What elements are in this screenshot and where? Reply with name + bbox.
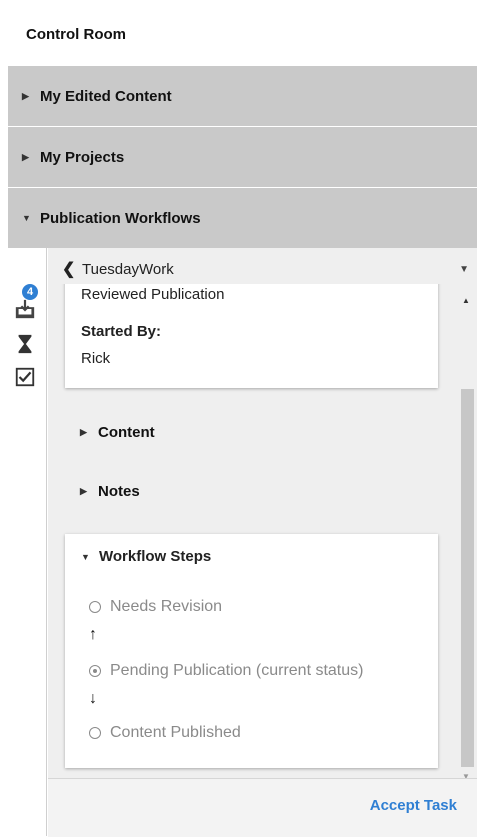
left-rail xyxy=(8,248,47,836)
workflow-header: ❮ TuesdayWork ▼ xyxy=(48,256,477,282)
started-by-label: Started By: xyxy=(81,323,162,340)
inbox-download-icon[interactable] xyxy=(14,298,36,320)
section-publication-workflows[interactable]: ▼ Publication Workflows xyxy=(8,188,477,248)
scrollbar[interactable]: ▲ ▼ xyxy=(461,294,474,784)
workflow-steps-label: Workflow Steps xyxy=(99,548,212,565)
hourglass-icon[interactable] xyxy=(14,333,36,355)
section-label: My Projects xyxy=(40,148,125,166)
step-label: Needs Revision xyxy=(110,598,223,615)
notification-badge: 4 xyxy=(22,284,38,300)
arrow-up-icon: ↑ xyxy=(89,626,97,643)
workflow-name: TuesdayWork xyxy=(82,260,174,278)
caret-right-icon: ▶ xyxy=(22,90,29,101)
section-my-projects[interactable]: ▶ My Projects xyxy=(8,127,477,187)
step-needs-revision[interactable]: Needs Revision xyxy=(89,598,222,616)
content-toggle[interactable]: ▶ Content xyxy=(80,424,155,441)
workflow-steps-toggle[interactable]: ▼ Workflow Steps xyxy=(81,548,211,565)
caret-down-icon: ▼ xyxy=(81,551,90,562)
started-by-value: Rick xyxy=(81,350,111,367)
page-title: Control Room xyxy=(26,26,126,43)
back-chevron-icon[interactable]: ❮ xyxy=(62,259,82,279)
section-my-edited-content[interactable]: ▶ My Edited Content xyxy=(8,66,477,126)
workflow-scroll-area[interactable]: Reviewed Publication Started By: Rick ▶ … xyxy=(48,284,477,778)
section-label: Publication Workflows xyxy=(40,209,201,227)
caret-down-icon: ▼ xyxy=(22,213,31,223)
step-content-published[interactable]: Content Published xyxy=(89,724,241,742)
content-label: Content xyxy=(98,424,155,441)
arrow-down-icon: ↓ xyxy=(89,690,97,707)
accept-task-button[interactable]: Accept Task xyxy=(370,797,457,814)
section-label: My Edited Content xyxy=(40,87,172,105)
workflow-panel: ❮ TuesdayWork ▼ Reviewed Publication Sta… xyxy=(48,248,477,837)
caret-right-icon: ▶ xyxy=(22,151,29,162)
workflow-steps-card: ▼ Workflow Steps Needs Revision ↑ Pendin… xyxy=(65,534,438,768)
notes-label: Notes xyxy=(98,483,140,500)
scroll-up-icon[interactable]: ▲ xyxy=(462,296,470,305)
publication-name: Reviewed Publication xyxy=(81,286,225,303)
panel-footer: Accept Task xyxy=(48,778,477,837)
step-label: Content Published xyxy=(110,724,241,741)
caret-right-icon: ▶ xyxy=(80,486,87,496)
step-label: Pending Publication (current status) xyxy=(110,662,364,679)
workflow-info-card: Reviewed Publication Started By: Rick xyxy=(65,284,438,388)
radio-button-checked[interactable] xyxy=(89,665,101,677)
radio-button[interactable] xyxy=(89,601,101,613)
scrollbar-thumb[interactable] xyxy=(461,389,474,767)
caret-down-icon[interactable]: ▼ xyxy=(459,264,469,275)
notes-toggle[interactable]: ▶ Notes xyxy=(80,483,140,500)
radio-button[interactable] xyxy=(89,727,101,739)
checkbox-icon[interactable] xyxy=(14,366,36,388)
step-pending-publication[interactable]: Pending Publication (current status) xyxy=(89,662,363,680)
caret-right-icon: ▶ xyxy=(80,427,87,437)
